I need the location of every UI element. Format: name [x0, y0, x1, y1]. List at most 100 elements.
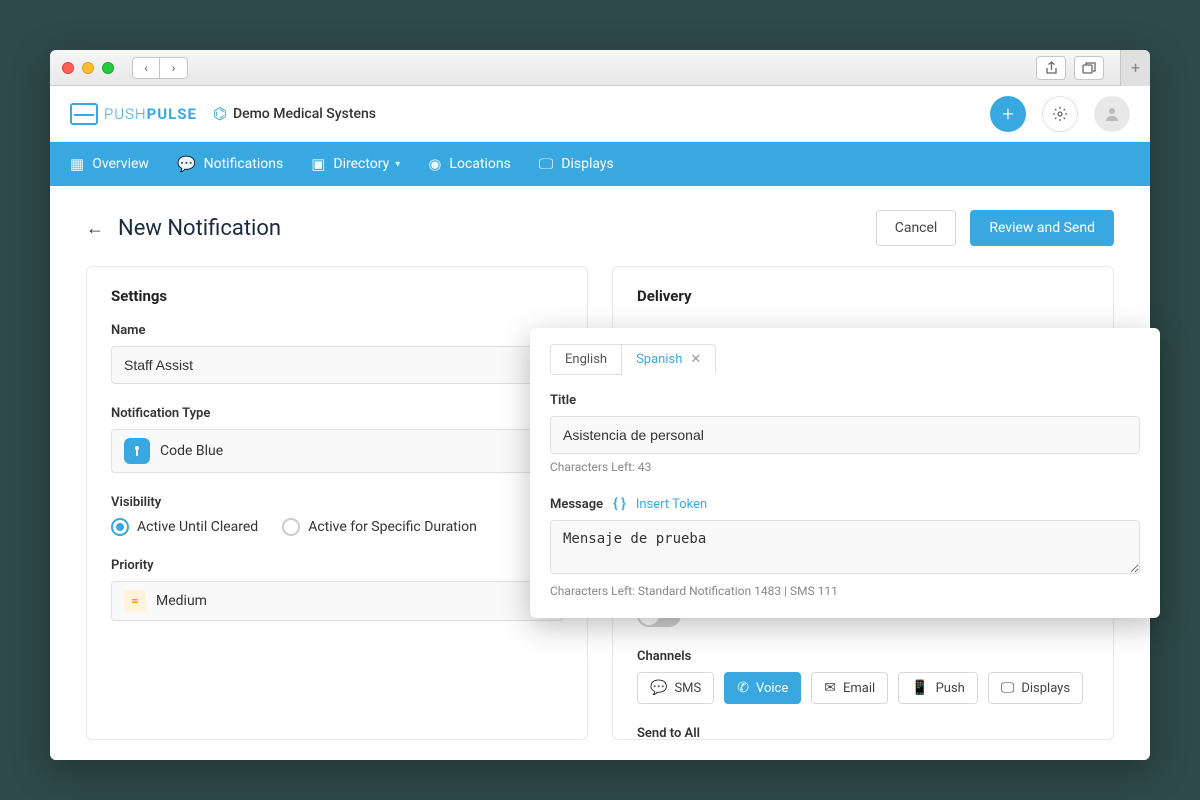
- logo-text-bold: PULSE: [147, 105, 197, 123]
- settings-panel: Settings Name Notification Type Code Blu…: [86, 266, 588, 740]
- visibility-label: Visibility: [111, 495, 563, 510]
- nav-displays[interactable]: 🖵 Displays: [539, 155, 614, 173]
- tab-spanish[interactable]: Spanish ✕: [622, 344, 716, 375]
- page-header: ← New Notification Cancel Review and Sen…: [50, 186, 1150, 266]
- phone-icon: ✆: [737, 680, 749, 696]
- name-field-group: Name: [111, 323, 563, 384]
- type-value: Code Blue: [160, 443, 223, 459]
- cancel-button[interactable]: Cancel: [876, 210, 957, 246]
- priority-label: Priority: [111, 558, 563, 573]
- email-icon: ✉: [824, 680, 836, 696]
- channel-voice[interactable]: ✆ Voice: [724, 672, 801, 704]
- nav-label: Overview: [92, 156, 149, 172]
- browser-chrome: ‹ › +: [50, 50, 1150, 86]
- zoom-window-icon[interactable]: [102, 62, 114, 74]
- channel-push[interactable]: 📱 Push: [898, 672, 978, 704]
- priority-select[interactable]: = Medium ⌄: [111, 581, 563, 621]
- radio-label: Active Until Cleared: [137, 519, 258, 535]
- radio-checked-icon: [111, 518, 129, 536]
- channel-displays[interactable]: 🖵 Displays: [988, 672, 1083, 704]
- language-card: English Spanish ✕ Title Characters Left:…: [530, 328, 1160, 618]
- browser-nav-arrows: ‹ ›: [132, 57, 188, 79]
- radio-label: Active for Specific Duration: [308, 519, 477, 535]
- channel-sms[interactable]: 💬 SMS: [637, 672, 714, 704]
- org-icon: ⌬: [213, 104, 227, 123]
- channels-group: Channels 💬 SMS ✆ Voice ✉ Email: [637, 649, 1089, 704]
- priority-value: Medium: [156, 593, 207, 609]
- monitor-icon: 🖵: [1001, 680, 1015, 696]
- chat-icon: 💬: [177, 155, 196, 173]
- tab-label: English: [565, 352, 607, 367]
- title-input[interactable]: [550, 416, 1140, 454]
- visibility-active-duration[interactable]: Active for Specific Duration: [282, 518, 477, 536]
- visibility-active-cleared[interactable]: Active Until Cleared: [111, 518, 258, 536]
- page-title: New Notification: [118, 216, 281, 241]
- nav-directory[interactable]: ▣ Directory ▾: [311, 155, 400, 173]
- sms-icon: 💬: [650, 680, 667, 696]
- channel-label: Displays: [1021, 681, 1070, 696]
- add-button[interactable]: +: [990, 96, 1026, 132]
- org-name-label: Demo Medical Systens: [233, 106, 376, 122]
- message-textarea[interactable]: [550, 520, 1140, 574]
- settings-title: Settings: [111, 287, 563, 305]
- title-field-group: Title Characters Left: 43: [550, 393, 1140, 474]
- chevron-down-icon: ▾: [395, 159, 400, 170]
- share-icon[interactable]: [1036, 56, 1066, 80]
- type-select[interactable]: Code Blue: [111, 429, 563, 473]
- nav-label: Displays: [561, 156, 613, 172]
- type-field-group: Notification Type Code Blue: [111, 406, 563, 473]
- message-field-group: Message { } Insert Token Characters Left…: [550, 496, 1140, 598]
- app-header: PUSHPULSE ⌬ Demo Medical Systens +: [50, 86, 1150, 142]
- browser-forward-button[interactable]: ›: [160, 57, 188, 79]
- avatar[interactable]: [1094, 96, 1130, 132]
- tab-english[interactable]: English: [550, 344, 622, 375]
- visibility-field-group: Visibility Active Until Cleared Active f…: [111, 495, 563, 536]
- minimize-window-icon[interactable]: [82, 62, 94, 74]
- insert-token-link[interactable]: Insert Token: [636, 497, 707, 512]
- channel-label: SMS: [674, 681, 701, 696]
- pulse-icon: [70, 103, 98, 125]
- settings-button[interactable]: [1042, 96, 1078, 132]
- token-icon: { }: [613, 496, 626, 512]
- send-all-label: Send to All: [637, 726, 1089, 740]
- channel-label: Voice: [756, 681, 788, 696]
- type-label: Notification Type: [111, 406, 563, 421]
- tab-label: Spanish: [636, 352, 682, 367]
- nav-overview[interactable]: ▦ Overview: [70, 155, 149, 173]
- close-window-icon[interactable]: [62, 62, 74, 74]
- logo-text-thin: PUSH: [104, 105, 147, 123]
- nav-label: Directory: [333, 156, 389, 172]
- channel-label: Email: [843, 681, 875, 696]
- name-input[interactable]: [111, 346, 563, 384]
- app-logo[interactable]: PUSHPULSE: [70, 103, 197, 125]
- main-nav: ▦ Overview 💬 Notifications ▣ Directory ▾…: [50, 142, 1150, 186]
- radio-unchecked-icon: [282, 518, 300, 536]
- mobile-icon: 📱: [911, 680, 928, 696]
- new-tab-button[interactable]: +: [1120, 50, 1150, 86]
- title-label: Title: [550, 393, 1140, 408]
- grid-icon: ▦: [70, 155, 84, 173]
- tabs-icon[interactable]: [1074, 56, 1104, 80]
- close-icon[interactable]: ✕: [690, 352, 701, 367]
- code-blue-icon: [124, 438, 150, 464]
- org-selector[interactable]: ⌬ Demo Medical Systens: [213, 104, 376, 123]
- browser-back-button[interactable]: ‹: [132, 57, 160, 79]
- pin-icon: ◉: [428, 155, 441, 173]
- review-send-button[interactable]: Review and Send: [970, 210, 1114, 246]
- priority-field-group: Priority = Medium ⌄: [111, 558, 563, 621]
- monitor-icon: 🖵: [539, 155, 553, 173]
- channel-label: Push: [936, 681, 965, 696]
- nav-label: Locations: [449, 156, 510, 172]
- traffic-lights: [62, 62, 114, 74]
- nav-label: Notifications: [204, 156, 284, 172]
- name-label: Name: [111, 323, 563, 338]
- message-label: Message: [550, 497, 603, 512]
- channel-email[interactable]: ✉ Email: [811, 672, 888, 704]
- message-chars-left: Characters Left: Standard Notification 1…: [550, 584, 1140, 598]
- nav-notifications[interactable]: 💬 Notifications: [177, 155, 283, 173]
- channels-label: Channels: [637, 649, 1089, 664]
- nav-locations[interactable]: ◉ Locations: [428, 155, 511, 173]
- delivery-title: Delivery: [637, 287, 1089, 305]
- priority-medium-icon: =: [124, 590, 146, 612]
- back-arrow-icon[interactable]: ←: [86, 218, 104, 239]
